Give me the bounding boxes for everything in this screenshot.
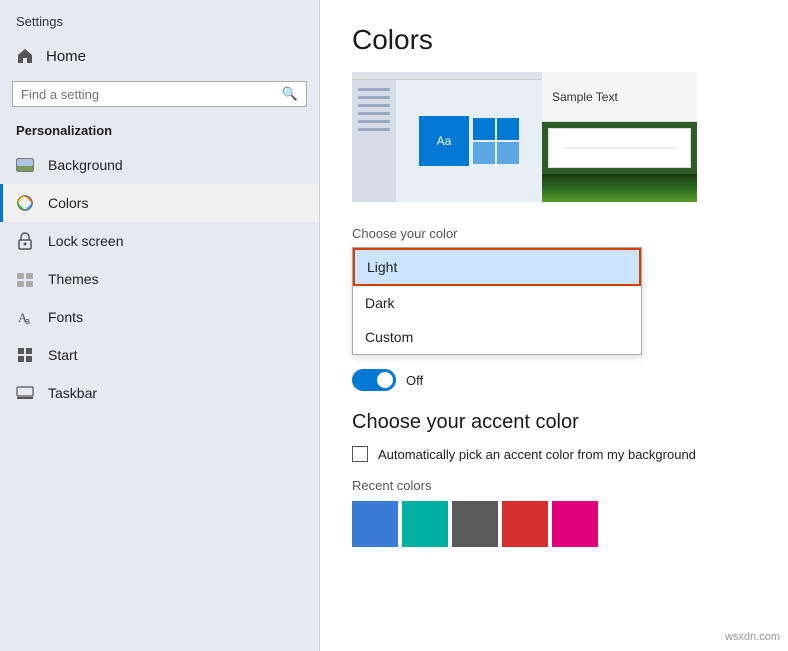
taskbar-icon <box>16 384 34 402</box>
preview-dark: Sample Text <box>542 72 697 202</box>
sidebar: Settings Home 🔍 Personalization Backgrou… <box>0 0 320 651</box>
sidebar-item-label: Background <box>48 157 123 173</box>
dropdown-option-custom[interactable]: Custom <box>353 320 641 354</box>
colors-icon <box>16 194 34 212</box>
sidebar-item-colors[interactable]: Colors <box>0 184 319 222</box>
preview-light: Aa <box>352 72 542 202</box>
sidebar-item-taskbar[interactable]: Taskbar <box>0 374 319 412</box>
fonts-icon: A a <box>16 308 34 326</box>
sidebar-item-label: Themes <box>48 271 99 287</box>
sidebar-item-themes[interactable]: Themes <box>0 260 319 298</box>
main-content: Colors Aa <box>320 0 788 651</box>
dropdown-option-light[interactable]: Light <box>353 248 641 286</box>
auto-accent-checkbox[interactable] <box>352 446 368 462</box>
swatch-pink[interactable] <box>552 501 598 547</box>
preview-sample-text: Sample Text <box>542 72 697 122</box>
toggle-knob <box>377 372 393 388</box>
page-title: Colors <box>352 24 756 56</box>
swatch-red[interactable] <box>502 501 548 547</box>
sidebar-item-label: Fonts <box>48 309 83 325</box>
start-icon <box>16 346 34 364</box>
sidebar-item-fonts[interactable]: A a Fonts <box>0 298 319 336</box>
search-input[interactable] <box>21 87 276 102</box>
background-icon <box>16 156 34 174</box>
sidebar-item-label: Start <box>48 347 78 363</box>
sidebar-home-button[interactable]: Home <box>0 37 319 75</box>
sidebar-item-background[interactable]: Background <box>0 146 319 184</box>
swatch-teal[interactable] <box>402 501 448 547</box>
search-icon: 🔍 <box>282 86 298 102</box>
dropdown-option-dark[interactable]: Dark <box>353 286 641 320</box>
home-icon <box>16 47 34 65</box>
swatch-blue[interactable] <box>352 501 398 547</box>
preview-area: Aa Sample Text <box>352 72 756 202</box>
toggle-label: Off <box>406 373 423 388</box>
accent-section-title: Choose your accent color <box>352 411 756 434</box>
toggle-switch[interactable] <box>352 369 396 391</box>
auto-accent-label: Automatically pick an accent color from … <box>378 447 696 462</box>
svg-text:a: a <box>25 316 30 326</box>
window-title: Settings <box>0 10 319 37</box>
themes-icon <box>16 270 34 288</box>
preview-tile-aa: Aa <box>419 116 469 166</box>
sidebar-item-start[interactable]: Start <box>0 336 319 374</box>
search-box[interactable]: 🔍 <box>12 81 307 107</box>
sidebar-item-lock-screen[interactable]: Lock screen <box>0 222 319 260</box>
watermark: wsxdn.com <box>725 631 780 643</box>
sidebar-item-label: Colors <box>48 195 88 211</box>
choose-color-label: Choose your color <box>352 226 756 241</box>
recent-colors-label: Recent colors <box>352 478 756 493</box>
sidebar-item-label: Lock screen <box>48 233 123 249</box>
lock-icon <box>16 232 34 250</box>
auto-accent-checkbox-row: Automatically pick an accent color from … <box>352 446 756 462</box>
toggle-row: Off <box>352 369 756 391</box>
swatch-gray[interactable] <box>452 501 498 547</box>
color-dropdown[interactable]: Light Dark Custom <box>352 247 642 355</box>
home-label: Home <box>46 48 86 65</box>
dropdown-open[interactable]: Light Dark Custom <box>352 247 642 355</box>
sidebar-item-label: Taskbar <box>48 385 97 401</box>
color-swatches <box>352 501 756 547</box>
sidebar-section-label: Personalization <box>0 117 319 146</box>
